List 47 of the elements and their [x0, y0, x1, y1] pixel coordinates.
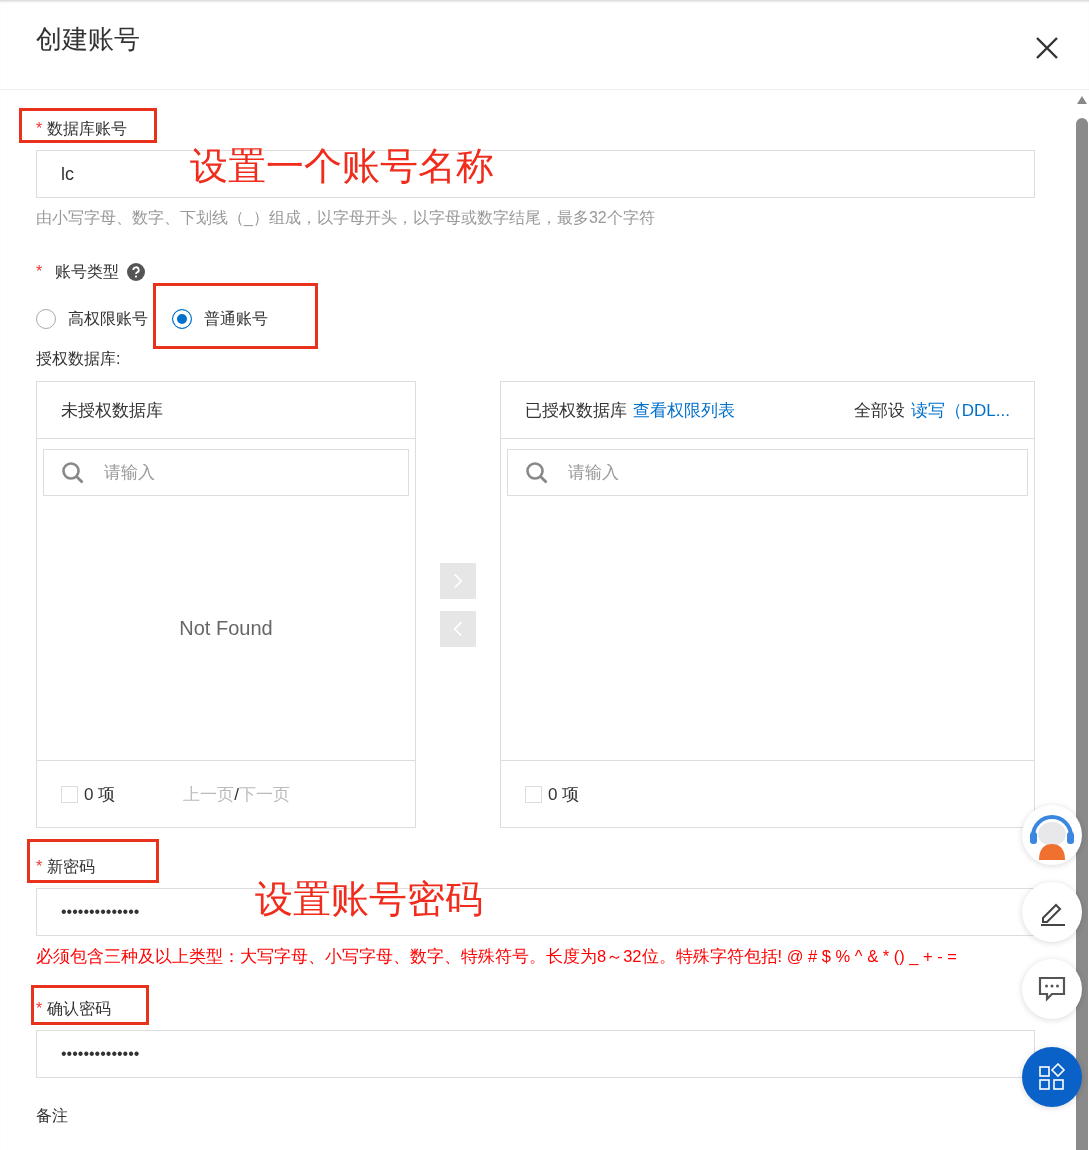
- set-all-label: 全部设: [853, 399, 905, 422]
- field-label: 新密码: [47, 857, 96, 875]
- help-icon[interactable]: [127, 263, 146, 281]
- search-field[interactable]: 请输入: [507, 449, 1028, 496]
- panel-title: 未授权数据库: [61, 399, 163, 422]
- scroll-up-icon[interactable]: [1077, 96, 1087, 104]
- pager-text: 上一页/下一页: [183, 783, 290, 806]
- required-mark: *: [36, 857, 43, 875]
- confirm-password-input[interactable]: ••••••••••••••: [36, 1030, 1035, 1078]
- required-mark: *: [36, 999, 43, 1017]
- dialog-title: 创建账号: [36, 23, 140, 56]
- hint-text: 由小写字母、数字、下划线（_）组成，以字母开头，以字母或数字结尾，最多32个字符: [36, 208, 656, 228]
- empty-text: Not Found: [179, 616, 273, 640]
- apps-button[interactable]: [1022, 1047, 1082, 1107]
- checkbox[interactable]: [61, 785, 78, 803]
- checkbox[interactable]: [525, 785, 542, 803]
- panel-title: 已授权数据库: [525, 399, 627, 422]
- apps-grid-icon: [1038, 1063, 1066, 1091]
- field-label: 账号类型: [55, 261, 120, 282]
- radio-button[interactable]: [36, 309, 56, 330]
- chevron-right-icon: [453, 571, 463, 590]
- permission-list-link[interactable]: 查看权限列表: [633, 398, 735, 422]
- radio-option[interactable]: 普通账号: [172, 308, 268, 330]
- field-label: 授权数据库:: [36, 349, 122, 369]
- scrollbar-thumb[interactable]: [1076, 118, 1088, 1150]
- radio-button[interactable]: [172, 309, 192, 330]
- assistant-button[interactable]: [1022, 805, 1082, 865]
- required-mark: *: [36, 263, 43, 281]
- read-write-link[interactable]: 读写（DDL...: [910, 398, 1010, 422]
- close-icon[interactable]: [1035, 35, 1059, 60]
- radio-option[interactable]: 高权限账号: [36, 308, 148, 330]
- field-label: 确认密码: [47, 999, 112, 1017]
- search-field[interactable]: 请输入: [43, 449, 409, 496]
- search-icon: [61, 461, 85, 485]
- search-icon: [525, 461, 549, 485]
- chat-button[interactable]: [1022, 959, 1082, 1019]
- annotation-overlay: 设置账号密码: [255, 877, 483, 922]
- item-count: 0 项: [84, 783, 116, 806]
- field-label: 备注: [36, 1106, 69, 1126]
- item-count: 0 项: [548, 783, 580, 806]
- account-input[interactable]: lc 设置一个账号名称: [36, 150, 1035, 198]
- edit-button[interactable]: [1022, 882, 1082, 942]
- password-rule-text: 必须包含三种及以上类型：大写字母、小写字母、数字、特殊符号。长度为8～32位。特殊字符包括! @ # $ % ^ & * () _ + - =: [36, 946, 958, 967]
- chevron-left-icon: [453, 619, 463, 638]
- required-mark: *: [36, 119, 43, 137]
- field-label: 数据库账号: [47, 119, 128, 137]
- chat-bubble-icon: [1038, 976, 1066, 1002]
